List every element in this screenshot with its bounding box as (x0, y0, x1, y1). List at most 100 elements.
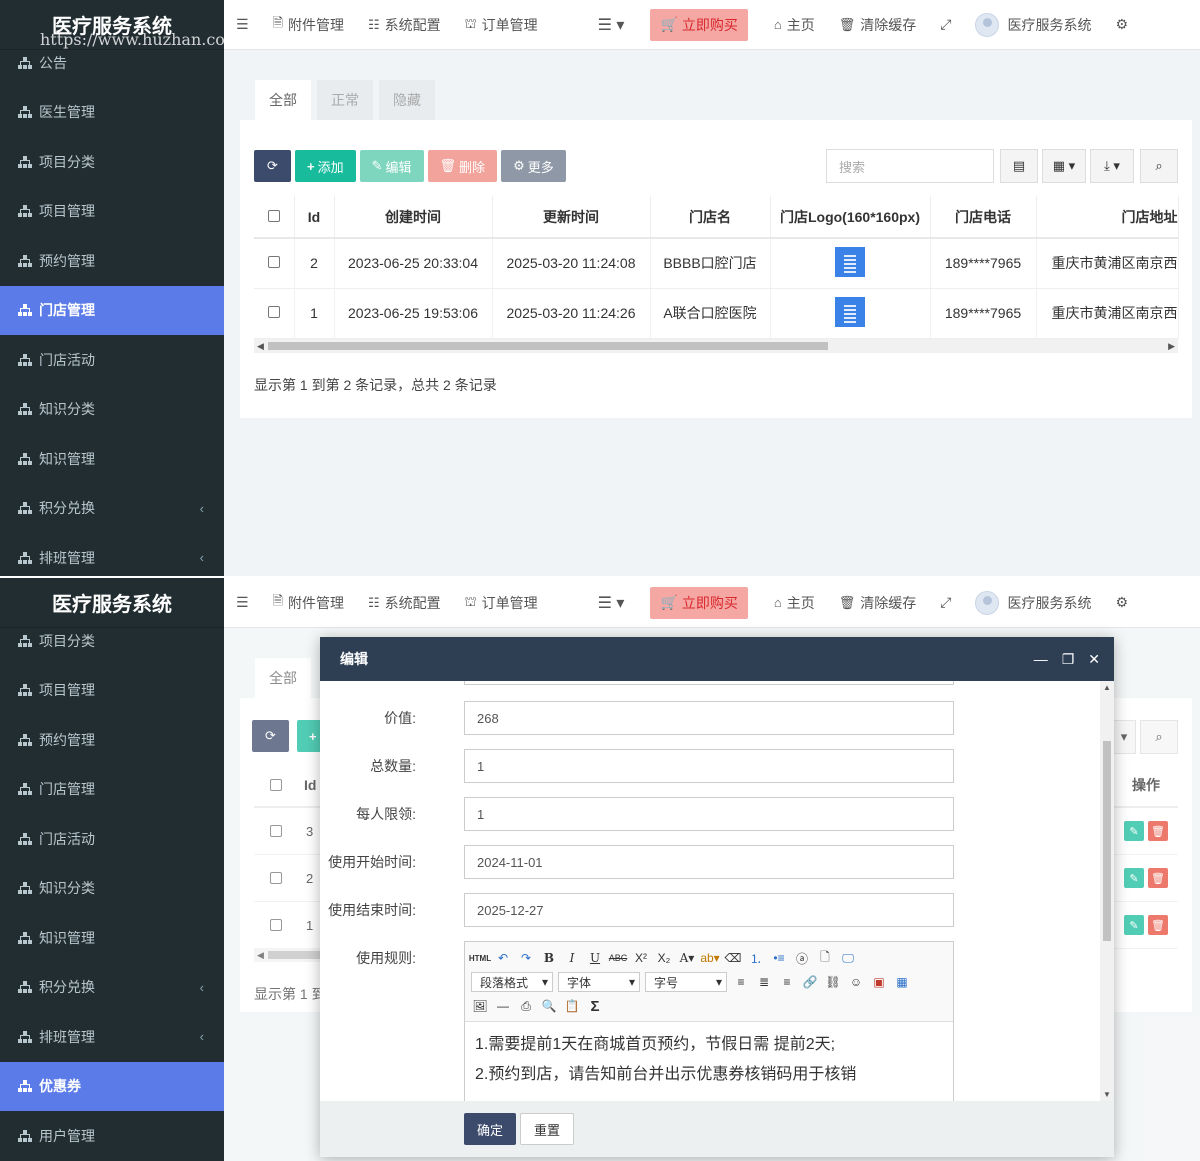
html-source-icon[interactable]: HTML (469, 949, 491, 967)
table-row[interactable]: 1 2023-06-25 19:53:06 2025-03-20 11:24:2… (254, 288, 1179, 339)
scroll-up-icon[interactable]: ▲ (1103, 683, 1111, 692)
building-icon[interactable] (835, 296, 865, 327)
toggle-view-button[interactable]: ▤ (1000, 149, 1038, 183)
col-updated[interactable]: 更新时间 (492, 196, 651, 239)
prev-field-input[interactable] (464, 681, 954, 685)
menu-toggle-button[interactable]: ☰ (224, 578, 261, 628)
unlink-icon[interactable]: ⛓ (824, 973, 842, 991)
sidebar-item[interactable]: 积分兑换 ‹ (0, 484, 224, 534)
scroll-thumb[interactable] (1103, 741, 1111, 941)
user-menu[interactable]: 医疗服务系统 (963, 578, 1103, 628)
table-row[interactable]: 2 2023-06-25 20:33:04 2025-03-20 11:24:0… (254, 238, 1179, 289)
nav-home[interactable]: ⌂ 主页 (762, 578, 827, 628)
scroll-left-icon[interactable]: ◀ (257, 339, 264, 353)
font-family-select[interactable]: 字体 ▾ (558, 972, 640, 992)
editor-content[interactable]: 1.需要提前1天在商城首页预约，节假日需 提前2天; 2.预约到店，请告知前台并… (465, 1022, 953, 1098)
row-checkbox[interactable] (254, 288, 295, 339)
sidebar-item[interactable]: 门店活动 (0, 814, 224, 864)
eraser-icon[interactable]: ⌫ (724, 949, 742, 967)
tab-normal[interactable]: 正常 (317, 80, 373, 120)
minimize-icon[interactable]: — (1034, 651, 1048, 667)
sidebar-item[interactable]: 知识分类 (0, 385, 224, 435)
edit-button[interactable]: ✎ 编辑 (359, 150, 424, 182)
confirm-button[interactable]: 确定 (464, 1113, 517, 1145)
cell-logo[interactable] (770, 288, 931, 339)
nav-dropdown[interactable]: ☰ ▾ (586, 0, 637, 50)
font-size-select[interactable]: 字号 ▾ (645, 972, 727, 992)
user-menu[interactable]: 医疗服务系统 (963, 0, 1103, 50)
underline-icon[interactable]: U (586, 949, 604, 967)
fullscreen-button[interactable]: ⤢ (928, 0, 963, 50)
sidebar-item[interactable]: 门店管理 (0, 765, 224, 815)
nav-attachments[interactable]: 🗎 附件管理 (261, 578, 356, 628)
building-icon[interactable] (835, 246, 865, 277)
subscript-icon[interactable]: X₂ (655, 949, 673, 967)
video-icon[interactable]: ▦ (893, 973, 911, 991)
paste-icon[interactable]: 📋 (563, 997, 581, 1015)
undo-icon[interactable]: ↶ (494, 949, 512, 967)
col-name[interactable]: 门店名 (650, 196, 771, 239)
link-icon[interactable]: 🔗 (801, 973, 819, 991)
scroll-thumb[interactable] (268, 341, 828, 350)
nav-attachments[interactable]: 🗎 附件管理 (261, 0, 356, 50)
reset-button[interactable]: 重置 (520, 1113, 575, 1145)
col-logo[interactable]: 门店Logo(160*160px) (770, 196, 931, 239)
end-time-input[interactable]: 2025-12-27 (464, 893, 954, 927)
ordered-list-icon[interactable]: ⒈ (747, 949, 765, 967)
paste-text-icon[interactable]: ⓐ (793, 949, 811, 967)
scroll-down-icon[interactable]: ▼ (1103, 1090, 1111, 1099)
align-center-icon[interactable]: ≣ (755, 973, 773, 991)
sidebar-item[interactable]: 预约管理 (0, 236, 224, 286)
superscript-icon[interactable]: X² (632, 949, 650, 967)
col-created[interactable]: 创建时间 (334, 196, 493, 239)
col-id[interactable]: Id (294, 196, 335, 239)
buy-now-button[interactable]: 🛒 立即购买 (650, 586, 748, 619)
fullscreen-button[interactable]: ⤢ (928, 578, 963, 628)
sidebar-item[interactable]: 知识管理 (0, 913, 224, 963)
more-button[interactable]: ⚙ 更多 (501, 150, 566, 182)
scroll-right-icon[interactable]: ▶ (1168, 339, 1175, 353)
nav-clear-cache[interactable]: 🗑 清除缓存 (827, 578, 929, 628)
tab-all[interactable]: 全部 (255, 80, 311, 120)
sidebar-item[interactable]: 门店管理 (0, 285, 224, 335)
sidebar-item[interactable]: 项目管理 (0, 666, 224, 716)
export-button[interactable]: ⤓ ▾ (1090, 149, 1134, 183)
sidebar-item[interactable]: 排班管理 ‹ (0, 533, 224, 576)
paragraph-format-select[interactable]: 段落格式 ▾ (471, 972, 553, 992)
sidebar-item[interactable]: 知识管理 (0, 434, 224, 484)
sidebar-item[interactable]: 医生管理 (0, 88, 224, 138)
horizontal-scrollbar[interactable]: ◀ ▶ (254, 338, 1178, 353)
redo-icon[interactable]: ↷ (517, 949, 535, 967)
maximize-icon[interactable]: ❐ (1062, 651, 1075, 668)
strikethrough-icon[interactable]: ABC (609, 949, 628, 967)
sidebar-item[interactable]: 项目管理 (0, 187, 224, 237)
print-icon[interactable]: ⎙ (517, 997, 535, 1015)
delete-button[interactable]: 🗑 删除 (427, 150, 498, 182)
dialog-scrollbar[interactable]: ▲ ▼ (1100, 681, 1114, 1101)
start-time-input[interactable]: 2024-11-01 (464, 845, 954, 879)
unordered-list-icon[interactable]: •≡ (770, 949, 788, 967)
limit-input[interactable]: 1 (464, 797, 954, 831)
cell-logo[interactable] (770, 238, 931, 289)
sidebar-item[interactable]: 排班管理 ‹ (0, 1012, 224, 1062)
blank-page-icon[interactable]: 🗋 (816, 949, 834, 967)
nav-config[interactable]: ☷ 系统配置 (356, 0, 453, 50)
align-right-icon[interactable]: ≡ (778, 973, 796, 991)
nav-orders[interactable]: ⛫ 订单管理 (453, 578, 550, 628)
search-replace-icon[interactable]: 🔍 (540, 997, 558, 1015)
select-all-checkbox[interactable] (254, 196, 295, 239)
settings-button[interactable]: ⚙ (1103, 0, 1140, 50)
value-input[interactable]: 268 (464, 701, 954, 735)
refresh-button[interactable]: ⟳ (254, 150, 291, 182)
settings-button[interactable]: ⚙ (1103, 578, 1140, 628)
sidebar-item[interactable]: 优惠券 (0, 1061, 224, 1111)
formula-icon[interactable]: Σ (586, 997, 604, 1015)
sidebar-item[interactable]: 知识分类 (0, 864, 224, 914)
align-left-icon[interactable]: ≡ (732, 973, 750, 991)
nav-dropdown[interactable]: ☰ ▾ (586, 578, 637, 628)
insert-image-icon[interactable]: 🖼 (471, 997, 489, 1015)
emoji-icon[interactable]: ☺ (847, 973, 865, 991)
horizontal-rule-icon[interactable]: — (494, 997, 512, 1015)
italic-icon[interactable]: I (563, 949, 581, 967)
sidebar-item[interactable]: 项目分类 (0, 137, 224, 187)
